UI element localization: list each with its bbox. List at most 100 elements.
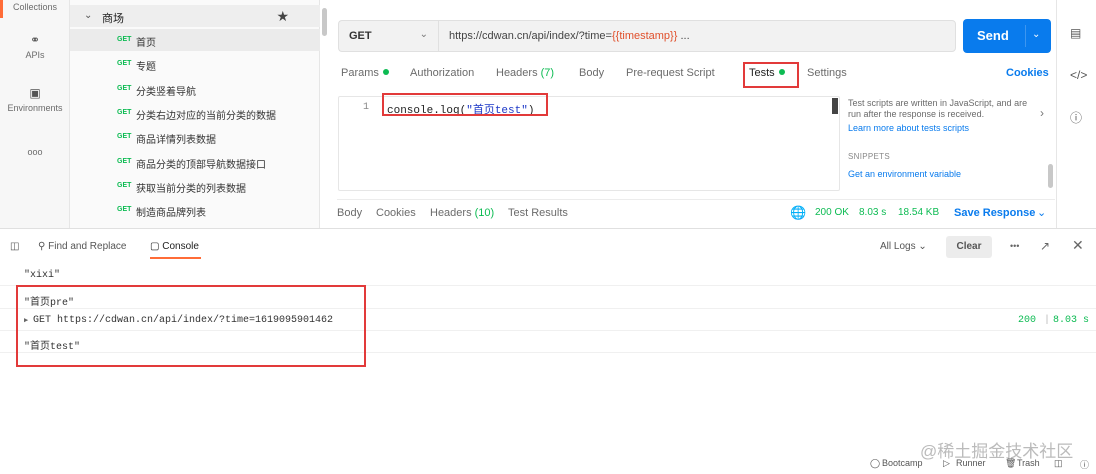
- response-time: 8.03 s: [859, 207, 887, 218]
- url-prefix: https://cdwan.cn/api/index/?time=: [449, 30, 612, 42]
- tests-tab-highlight: [743, 62, 799, 88]
- tab-params-label: Params: [341, 67, 379, 79]
- rail-apis[interactable]: ⚭ APIs: [0, 33, 70, 60]
- more-icon[interactable]: •••: [1010, 241, 1019, 251]
- send-divider: [1025, 25, 1026, 47]
- trash-link[interactable]: Trash: [1017, 458, 1040, 468]
- request-method: GET: [117, 133, 132, 140]
- tree-scrollbar[interactable]: [322, 8, 327, 36]
- request-item[interactable]: GET 制造商品牌列表: [70, 199, 320, 221]
- bootcamp-link[interactable]: Bootcamp: [882, 458, 923, 468]
- rail-collections-label: Collections: [12, 2, 58, 12]
- chevron-down-icon[interactable]: ⌄: [1032, 29, 1040, 40]
- chevron-right-icon[interactable]: ›: [1040, 106, 1044, 120]
- tests-info-text: Test scripts are written in JavaScript, …: [848, 98, 1028, 119]
- runner-icon[interactable]: ▷: [943, 458, 950, 469]
- rail-more[interactable]: ooo: [0, 147, 70, 157]
- request-method: GET: [117, 206, 132, 213]
- request-title: 获取当前分类的列表数据: [136, 184, 246, 195]
- response-bar: Body Cookies Headers (10) Test Results 🌐…: [337, 199, 1055, 227]
- method-value: GET: [349, 30, 372, 42]
- request-item[interactable]: GET 分类右边对应的当前分类的数据: [70, 102, 320, 124]
- star-icon[interactable]: ★: [276, 8, 289, 25]
- editor-scrollbar[interactable]: [832, 98, 838, 114]
- tab-settings[interactable]: Settings: [807, 67, 847, 79]
- log-level-select[interactable]: All Logs ⌄: [880, 241, 927, 252]
- tab-body[interactable]: Body: [579, 67, 604, 79]
- console-toolbar: ◫ ⚲ Find and Replace ▢ Console All Logs …: [0, 228, 1096, 262]
- rail-environments[interactable]: ▣ Environments: [0, 86, 70, 113]
- request-item[interactable]: GET 分类竖着导航: [70, 78, 320, 100]
- runner-link[interactable]: Runner: [956, 458, 986, 468]
- snippets-scrollbar[interactable]: [1048, 164, 1053, 188]
- tab-headers-count: (7): [540, 67, 555, 79]
- request-title: 制造商品牌列表: [136, 208, 206, 219]
- rail-collections[interactable]: Collections: [0, 2, 70, 12]
- learn-more-link[interactable]: Learn more about tests scripts: [848, 123, 969, 133]
- globe-icon[interactable]: 🌐: [790, 205, 806, 221]
- find-replace-tab[interactable]: ⚲ Find and Replace: [38, 241, 127, 252]
- tab-headers[interactable]: Headers (7): [496, 67, 554, 79]
- send-button[interactable]: Send ⌄: [963, 19, 1051, 53]
- response-tab-cookies[interactable]: Cookies: [376, 207, 416, 219]
- tab-headers-label: Headers: [496, 67, 538, 79]
- help-icon[interactable]: ⓘ: [1080, 458, 1089, 471]
- info-icon[interactable]: ⓘ: [1070, 109, 1082, 126]
- console-label: Console: [162, 241, 199, 252]
- bootcamp-icon[interactable]: ◯: [870, 458, 880, 469]
- folder-row[interactable]: ⌄ 商场 ★: [70, 5, 320, 27]
- more-icon: ooo: [27, 147, 43, 157]
- code-icon[interactable]: </>: [1070, 68, 1087, 82]
- chevron-down-icon[interactable]: ⌄: [84, 10, 92, 21]
- popout-icon[interactable]: ↗: [1040, 239, 1050, 253]
- request-status: 200: [1018, 315, 1037, 326]
- chevron-down-icon[interactable]: ⌄: [1037, 206, 1046, 219]
- trash-icon[interactable]: 🗑: [1005, 458, 1016, 469]
- url-suffix: ...: [677, 30, 690, 42]
- left-rail: Collections ⚭ APIs ▣ Environments ooo: [0, 0, 70, 228]
- status-code: 200 OK: [815, 207, 849, 218]
- request-method: GET: [117, 60, 132, 67]
- request-method: GET: [117, 36, 132, 43]
- clear-button[interactable]: Clear: [946, 236, 992, 258]
- request-item[interactable]: GET 获取当前分类的列表数据: [70, 175, 320, 197]
- tab-authorization[interactable]: Authorization: [410, 67, 474, 79]
- request-item[interactable]: GET 商品详情列表数据: [70, 126, 320, 148]
- url-input[interactable]: https://cdwan.cn/api/index/?time={{times…: [438, 20, 956, 52]
- layout-icon[interactable]: ◫: [1054, 458, 1063, 469]
- request-title: 分类竖着导航: [136, 87, 196, 98]
- collection-tree: ⌄ 商场 ★ GET 首页 GET 专题 GET 分类竖着导航 GET 分类右边…: [70, 0, 320, 228]
- console-tab[interactable]: ▢ Console: [150, 241, 199, 252]
- apis-icon: ⚭: [29, 33, 41, 47]
- tab-prerequest[interactable]: Pre-request Script: [626, 67, 715, 79]
- close-icon[interactable]: ✕: [1072, 237, 1084, 254]
- request-title: 商品详情列表数据: [136, 135, 216, 146]
- tab-params[interactable]: Params: [341, 67, 389, 79]
- find-replace-label: Find and Replace: [48, 241, 127, 252]
- rail-apis-label: APIs: [25, 50, 45, 60]
- request-method: GET: [117, 85, 132, 92]
- snippet-item[interactable]: Get an environment variable: [848, 169, 961, 179]
- documentation-icon[interactable]: ▤: [1070, 26, 1081, 40]
- save-response-button[interactable]: Save Response: [954, 207, 1035, 219]
- right-rail: ▤ </> ⓘ: [1056, 0, 1096, 228]
- response-tab-headers[interactable]: Headers (10): [430, 207, 494, 219]
- request-title: 分类右边对应的当前分类的数据: [136, 111, 276, 122]
- cookies-link[interactable]: Cookies: [1006, 67, 1049, 79]
- line-number: 1: [363, 102, 370, 113]
- request-item[interactable]: GET 首页: [70, 29, 320, 51]
- send-label: Send: [977, 28, 1009, 43]
- environments-icon: ▣: [29, 86, 41, 100]
- request-item[interactable]: GET 专题: [70, 53, 320, 75]
- sidebar-toggle-icon[interactable]: ◫: [10, 241, 19, 252]
- console-tab-underline: [150, 257, 201, 259]
- request-method: GET: [117, 109, 132, 116]
- response-tab-body[interactable]: Body: [337, 207, 362, 219]
- request-item[interactable]: GET 商品分类的顶部导航数据接口: [70, 151, 320, 173]
- console-log-row: "xixi": [0, 264, 1096, 286]
- method-select[interactable]: GET ⌄: [338, 20, 438, 52]
- request-time: 8.03 s: [1053, 315, 1090, 326]
- rail-environments-label: Environments: [7, 103, 63, 113]
- request-method: GET: [117, 182, 132, 189]
- response-tab-test-results[interactable]: Test Results: [508, 207, 568, 219]
